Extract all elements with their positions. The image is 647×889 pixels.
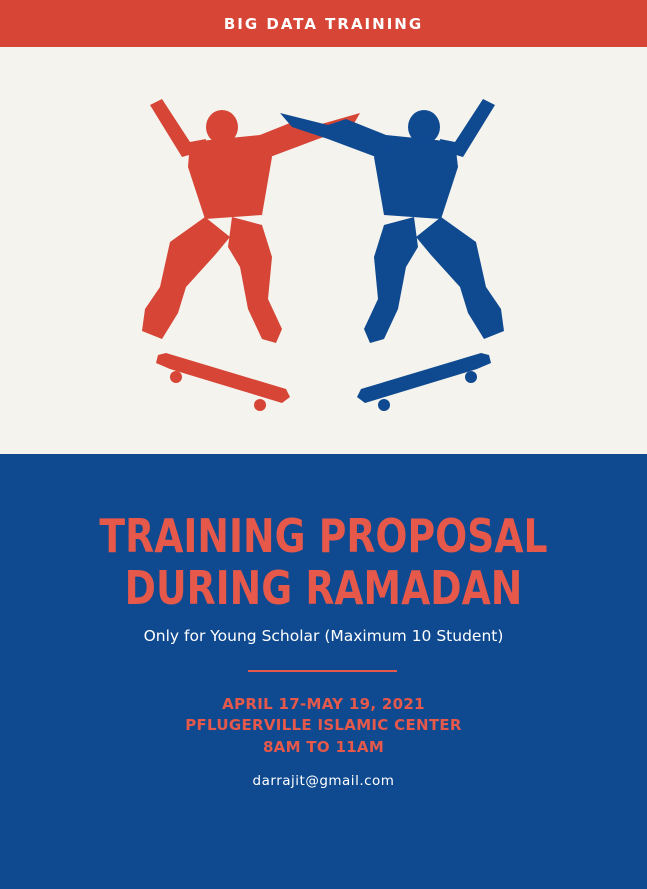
- hero-graphic: [142, 99, 504, 411]
- title-line-2: DURING RAMADAN: [124, 561, 523, 615]
- subtitle: Only for Young Scholar (Maximum 10 Stude…: [143, 627, 504, 645]
- event-location: PFLUGERVILLE ISLAMIC CENTER: [185, 716, 462, 734]
- event-dates: APRIL 17-MAY 19, 2021: [222, 695, 425, 713]
- title-line-1: TRAINING PROPOSAL: [99, 509, 548, 563]
- hero-illustration: [0, 47, 647, 454]
- event-time: 8AM TO 11AM: [262, 738, 385, 756]
- contact-email[interactable]: darrajit@gmail.com: [0, 773, 647, 789]
- divider: [248, 670, 397, 672]
- right-skateboard-icon: [357, 353, 491, 411]
- left-skateboard-icon: [156, 353, 290, 411]
- top-banner: BIG DATA TRAINING: [0, 0, 647, 47]
- banner-text: BIG DATA TRAINING: [223, 14, 424, 33]
